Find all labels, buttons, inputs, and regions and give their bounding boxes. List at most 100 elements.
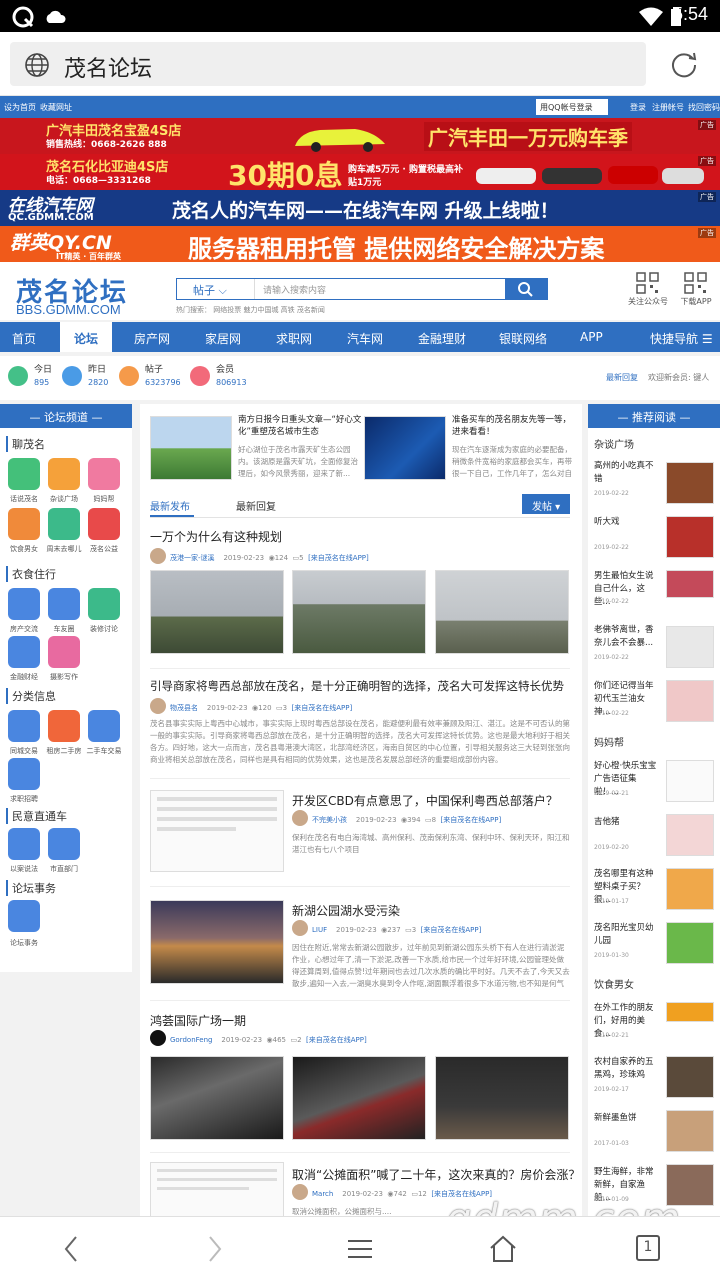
reload-icon[interactable]	[670, 50, 698, 78]
recommend-thumb[interactable]	[666, 570, 714, 598]
follow-wechat[interactable]: 关注公众号	[628, 272, 668, 307]
post-photo[interactable]	[150, 570, 284, 654]
nav-home-deco[interactable]: 家居网	[205, 330, 241, 347]
recommend-category[interactable]: 杂谈广场	[594, 436, 634, 451]
tab-latest[interactable]: 最新发布	[150, 498, 190, 513]
post-photo[interactable]	[150, 1056, 284, 1140]
car-icon	[295, 129, 385, 152]
register-link[interactable]: 注册帐号	[652, 102, 684, 113]
recommend-thumb[interactable]	[666, 1110, 714, 1152]
post-title[interactable]: 取消“公摊面积”喊了二十年，这次来真的？房价会涨？	[292, 1166, 580, 1183]
download-app[interactable]: 下载APP	[676, 272, 716, 307]
recommend-thumb[interactable]	[666, 868, 714, 910]
law-icon[interactable]	[8, 828, 40, 860]
nav-house[interactable]: 房产网	[134, 330, 170, 347]
recommend-item[interactable]: 高州的小吃真不错	[594, 460, 660, 486]
post-photo[interactable]	[292, 1056, 426, 1140]
post-title[interactable]: 引导商家将粤西总部放在茂名，是十分正确明智的选择，茂名大可发挥这特长优势	[150, 678, 564, 694]
search-button[interactable]	[505, 279, 547, 299]
car-club-icon[interactable]	[48, 588, 80, 620]
nav-cars[interactable]: 汽车网	[347, 330, 383, 347]
star-icon[interactable]	[48, 508, 80, 540]
login-link[interactable]: 登录	[630, 102, 646, 113]
job-icon[interactable]	[8, 758, 40, 790]
recent-reply-link[interactable]: 最新回复	[606, 372, 638, 383]
nav-unionpay[interactable]: 银联网络	[499, 330, 547, 347]
post-photo[interactable]	[435, 570, 569, 654]
recommend-thumb[interactable]	[666, 626, 714, 668]
news-thumb-1[interactable]	[150, 416, 232, 480]
banner-toyota[interactable]: 广汽丰田茂名宝盈4S店 销售热线：0668-2626 888 广汽丰田一万元购车…	[0, 118, 720, 154]
recommend-item[interactable]: 新鲜墨鱼饼	[594, 1112, 660, 1125]
heart-icon[interactable]	[88, 508, 120, 540]
post-button[interactable]: 发帖 ▾	[522, 494, 570, 514]
post-photo[interactable]	[292, 570, 426, 654]
banner-byd[interactable]: 茂名石化比亚迪4S店 电话：0668—3331268 30期0息 购车减5万元 …	[0, 154, 720, 190]
recommend-category[interactable]: 妈妈帮	[594, 734, 624, 749]
news-thumb-2[interactable]	[364, 416, 446, 480]
mom-icon[interactable]	[88, 458, 120, 490]
post-title[interactable]: 开发区CBD有点意思了，中国保利粤西总部落户？	[292, 792, 558, 809]
search-type-select[interactable]: 帖子 ⌵	[177, 279, 255, 299]
recommend-thumb[interactable]	[666, 814, 714, 856]
recommend-thumb[interactable]	[666, 1002, 714, 1022]
forum-affairs-icon[interactable]	[8, 900, 40, 932]
avatar[interactable]	[292, 810, 308, 826]
tabs-button[interactable]: 1	[636, 1235, 660, 1261]
nav-finance[interactable]: 金融理财	[418, 330, 466, 347]
avatar[interactable]	[150, 698, 166, 714]
recommend-thumb[interactable]	[666, 1056, 714, 1098]
used-car-icon[interactable]	[88, 710, 120, 742]
post-photo[interactable]	[150, 900, 284, 984]
recommend-item[interactable]: 吉他猪	[594, 816, 660, 829]
forward-icon[interactable]	[202, 1233, 228, 1265]
post-photo[interactable]	[150, 790, 284, 872]
bookmark-link[interactable]: 收藏网址	[40, 102, 72, 113]
set-home-link[interactable]: 设为首页	[4, 102, 36, 113]
recommend-item[interactable]: 农村自家养的五黑鸡，珍珠鸡	[594, 1056, 660, 1082]
menu-icon[interactable]	[346, 1233, 374, 1265]
recommend-thumb[interactable]	[666, 922, 714, 964]
nav-home[interactable]: 首页	[12, 330, 36, 347]
nav-jobs[interactable]: 求职网	[276, 330, 312, 347]
recommend-thumb[interactable]	[666, 462, 714, 504]
recommend-item[interactable]: 茂名阳光宝贝幼儿园	[594, 922, 660, 948]
coffee-icon[interactable]	[48, 458, 80, 490]
recommend-category[interactable]: 饮食男女	[594, 976, 634, 991]
post-title[interactable]: 鸿荟国际广场一期	[150, 1012, 246, 1029]
search-input[interactable]: 请输入搜索内容	[263, 283, 326, 296]
back-icon[interactable]	[58, 1233, 84, 1265]
recommend-thumb[interactable]	[666, 516, 714, 558]
camera-icon[interactable]	[48, 636, 80, 668]
finance-icon[interactable]	[8, 636, 40, 668]
banner-qy[interactable]: 群英QY.CN IT精英 · 百年群英 服务器租用托管 提供网络安全解决方案 广…	[0, 226, 720, 266]
find-password-link[interactable]: 找回密码	[688, 102, 720, 113]
recommend-item[interactable]: 听大戏	[594, 516, 660, 529]
avatar[interactable]	[150, 548, 166, 564]
department-icon[interactable]	[48, 828, 80, 860]
post-photo[interactable]	[150, 1162, 284, 1216]
tab-latest-reply[interactable]: 最新回复	[236, 498, 276, 513]
post-title[interactable]: 一万个为什么有这种规划	[150, 528, 282, 545]
house-icon[interactable]	[8, 588, 40, 620]
recommend-thumb[interactable]	[666, 760, 714, 802]
paint-roller-icon[interactable]	[88, 588, 120, 620]
trade-icon[interactable]	[8, 710, 40, 742]
nav-app[interactable]: APP	[580, 330, 603, 344]
qq-login-button[interactable]: 用QQ帐号登录	[536, 99, 608, 115]
avatar[interactable]	[150, 1030, 166, 1046]
recommend-thumb[interactable]	[666, 680, 714, 722]
nav-forum[interactable]: 论坛	[74, 330, 98, 347]
avatar[interactable]	[292, 1184, 308, 1200]
recommend-item[interactable]: 老佛爷离世，香奈儿会不会暴...	[594, 624, 660, 650]
chat-icon[interactable]	[8, 458, 40, 490]
dining-icon[interactable]	[8, 508, 40, 540]
quick-nav[interactable]: 快捷导航 ☰	[650, 330, 713, 347]
post-title[interactable]: 新湖公园湖水受污染	[292, 902, 400, 919]
home-icon[interactable]	[488, 1233, 518, 1265]
address-bar[interactable]: 茂名论坛	[10, 42, 646, 86]
rent-icon[interactable]	[48, 710, 80, 742]
post-photo[interactable]	[435, 1056, 569, 1140]
avatar[interactable]	[292, 920, 308, 936]
banner-qc[interactable]: 在线汽车网 QC.GDMM.COM 茂名人的汽车网——在线汽车网 升级上线啦！ …	[0, 190, 720, 226]
